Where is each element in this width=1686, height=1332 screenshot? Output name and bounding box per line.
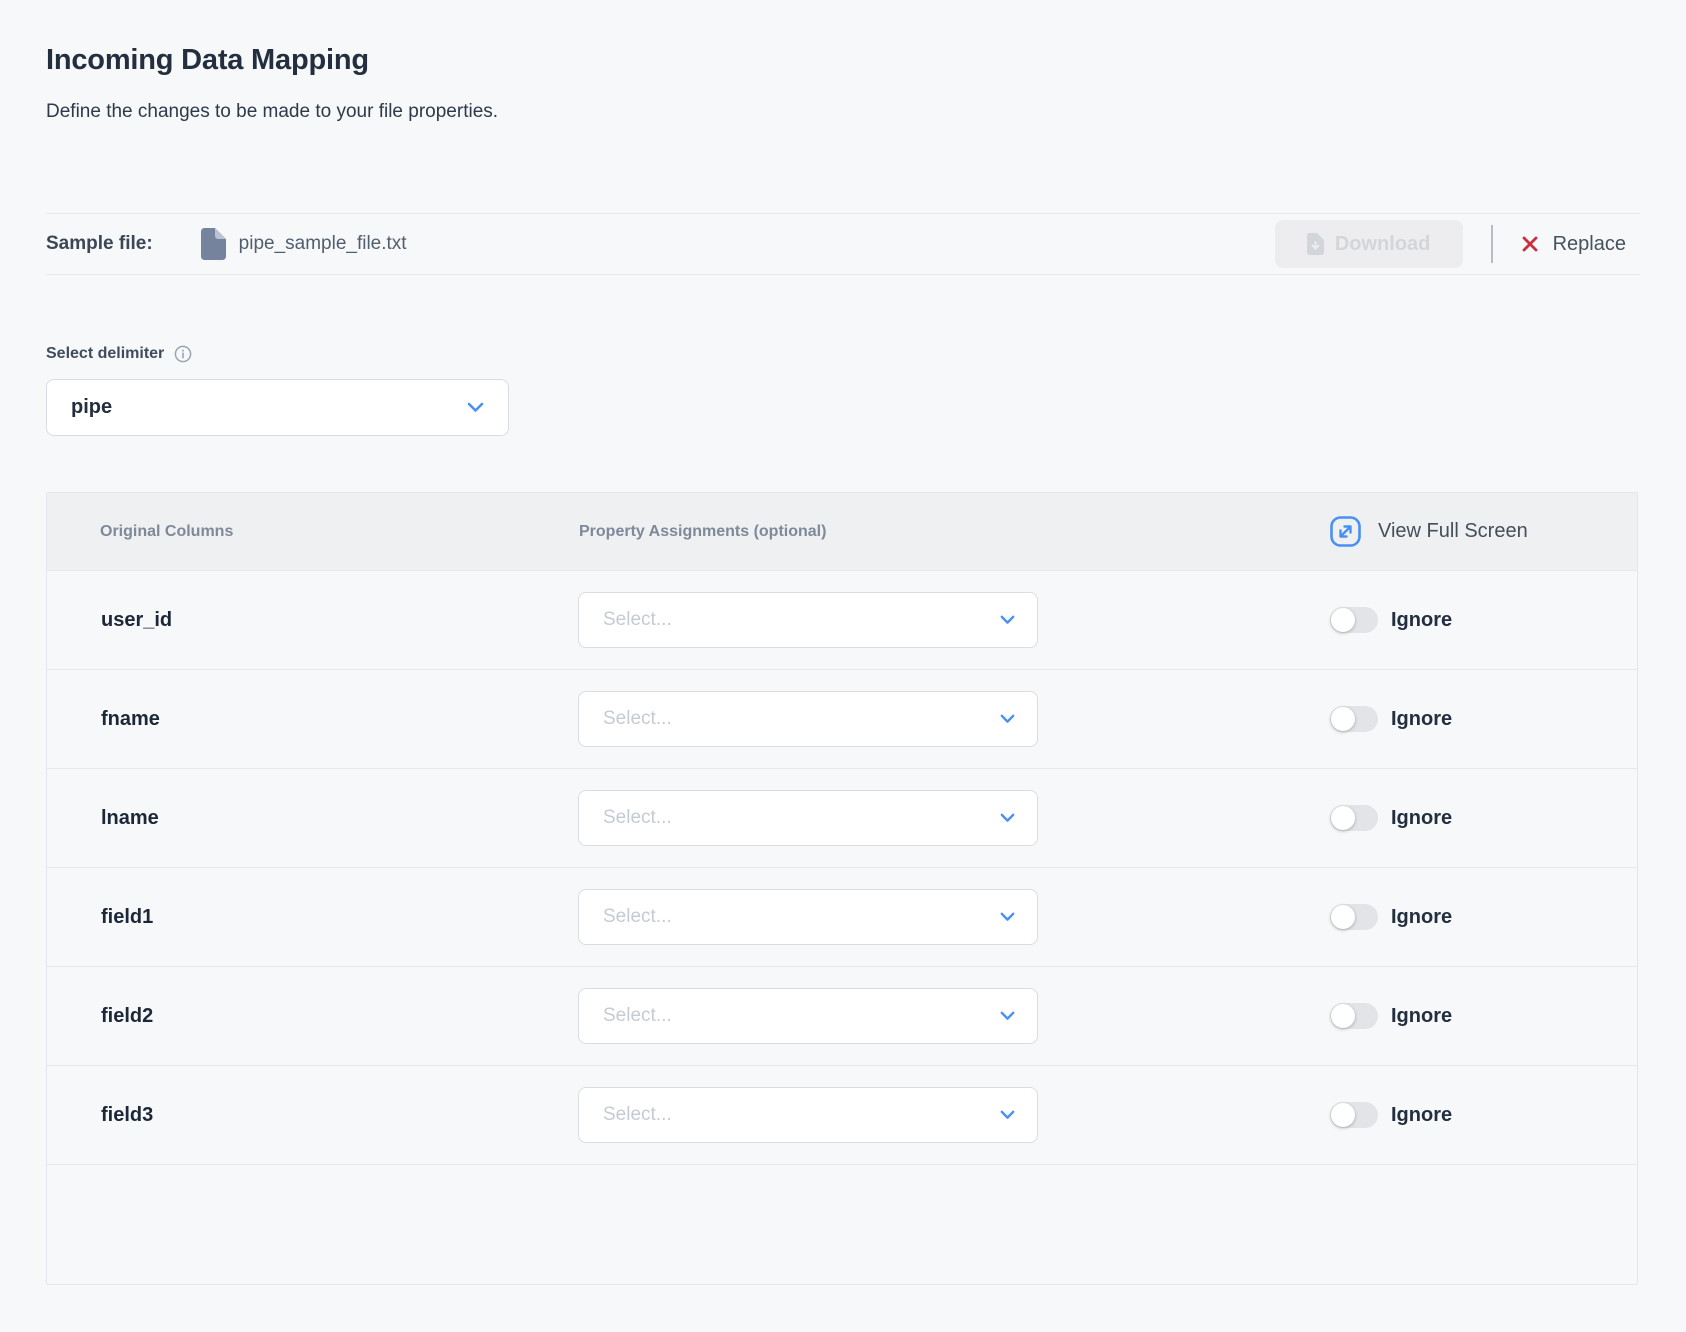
- toggle-knob: [1331, 608, 1355, 632]
- expand-icon: [1330, 516, 1361, 547]
- ignore-toggle[interactable]: [1330, 805, 1378, 831]
- delimiter-selected-value: pipe: [71, 396, 112, 419]
- x-icon: [1521, 235, 1539, 253]
- ignore-label: Ignore: [1391, 1104, 1452, 1127]
- ignore-label: Ignore: [1391, 1005, 1452, 1028]
- chevron-down-icon: [467, 402, 484, 413]
- chevron-down-icon: [1000, 714, 1015, 724]
- chevron-down-icon: [1000, 813, 1015, 823]
- column-name: user_id: [47, 609, 578, 632]
- chevron-down-icon: [1000, 1110, 1015, 1120]
- chevron-down-icon: [1000, 1011, 1015, 1021]
- view-full-screen-button[interactable]: View Full Screen: [1330, 516, 1528, 547]
- toggle-knob: [1331, 1004, 1355, 1028]
- chevron-down-icon: [1000, 615, 1015, 625]
- sample-file-bar: Sample file: pipe_sample_file.txt Downlo…: [46, 213, 1640, 275]
- table-row: fname Select... Ignore: [47, 669, 1637, 768]
- download-button[interactable]: Download: [1275, 220, 1463, 268]
- ignore-label: Ignore: [1391, 906, 1452, 929]
- table-row: user_id Select... Ignore: [47, 570, 1637, 669]
- table-row: field3 Select... Ignore: [47, 1065, 1637, 1164]
- toggle-knob: [1331, 905, 1355, 929]
- ignore-toggle[interactable]: [1330, 1003, 1378, 1029]
- vertical-divider: [1491, 225, 1493, 263]
- chevron-down-icon: [1000, 912, 1015, 922]
- property-select[interactable]: Select...: [578, 790, 1038, 846]
- column-name: field2: [47, 1005, 578, 1028]
- info-icon[interactable]: [174, 345, 192, 363]
- property-select[interactable]: Select...: [578, 1087, 1038, 1143]
- column-name: field3: [47, 1104, 578, 1127]
- ignore-toggle[interactable]: [1330, 1102, 1378, 1128]
- mapping-table-header: Original Columns Property Assignments (o…: [47, 493, 1637, 570]
- sample-file-label: Sample file:: [46, 233, 153, 255]
- ignore-toggle[interactable]: [1330, 706, 1378, 732]
- toggle-knob: [1331, 806, 1355, 830]
- property-select[interactable]: Select...: [578, 889, 1038, 945]
- original-columns-header: Original Columns: [47, 523, 578, 541]
- delimiter-select[interactable]: pipe: [46, 379, 509, 436]
- ignore-label: Ignore: [1391, 708, 1452, 731]
- toggle-knob: [1331, 1103, 1355, 1127]
- property-select[interactable]: Select...: [578, 988, 1038, 1044]
- column-name: field1: [47, 906, 578, 929]
- table-empty-footer: [47, 1164, 1637, 1284]
- file-icon: [201, 228, 226, 260]
- page-title: Incoming Data Mapping: [46, 44, 1640, 77]
- replace-button[interactable]: Replace: [1521, 233, 1640, 256]
- ignore-toggle[interactable]: [1330, 904, 1378, 930]
- table-row: field2 Select... Ignore: [47, 966, 1637, 1065]
- table-row: lname Select... Ignore: [47, 768, 1637, 867]
- download-file-icon: [1307, 233, 1324, 255]
- incoming-data-mapping-page: Incoming Data Mapping Define the changes…: [0, 0, 1686, 1285]
- property-select[interactable]: Select...: [578, 592, 1038, 648]
- property-assignments-header: Property Assignments (optional): [578, 523, 1098, 541]
- property-select[interactable]: Select...: [578, 691, 1038, 747]
- ignore-label: Ignore: [1391, 609, 1452, 632]
- column-name: fname: [47, 708, 578, 731]
- table-row: field1 Select... Ignore: [47, 867, 1637, 966]
- toggle-knob: [1331, 707, 1355, 731]
- ignore-label: Ignore: [1391, 807, 1452, 830]
- delimiter-label: Select delimiter: [46, 345, 164, 363]
- page-subtitle: Define the changes to be made to your fi…: [46, 101, 1640, 123]
- ignore-toggle[interactable]: [1330, 607, 1378, 633]
- delimiter-section: Select delimiter pipe: [46, 345, 1640, 436]
- sample-file-name: pipe_sample_file.txt: [239, 233, 407, 255]
- column-name: lname: [47, 807, 578, 830]
- mapping-table: Original Columns Property Assignments (o…: [46, 492, 1638, 1285]
